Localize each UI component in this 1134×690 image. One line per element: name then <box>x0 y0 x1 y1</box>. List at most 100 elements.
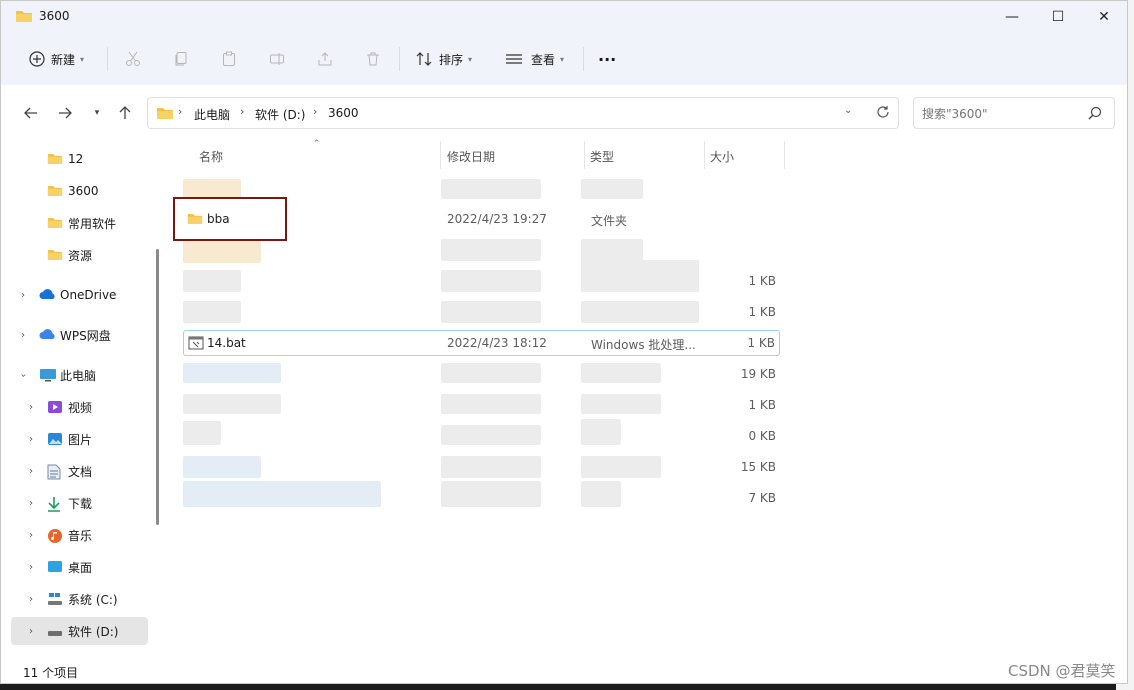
back-button[interactable] <box>21 103 41 123</box>
search-box[interactable] <box>913 97 1115 129</box>
refresh-button[interactable] <box>876 105 890 122</box>
recent-locations-button[interactable]: ▾ <box>87 103 107 123</box>
sort-button[interactable]: 排序 ▾ <box>415 43 472 75</box>
sidebar-scrollbar[interactable] <box>156 249 159 525</box>
file-size: 1 KB <box>748 398 776 412</box>
file-row[interactable]: 1 KB <box>183 392 780 418</box>
monitor-icon <box>39 368 57 385</box>
up-button[interactable] <box>115 103 135 123</box>
breadcrumb-this-pc[interactable]: 此电脑 <box>194 106 230 123</box>
chevron-right-icon: › <box>178 105 183 118</box>
blurred-name <box>183 239 261 263</box>
folder-icon <box>47 184 63 200</box>
share-button[interactable] <box>317 43 333 75</box>
column-header-modified[interactable]: 修改日期 <box>447 148 495 165</box>
chevron-right-icon[interactable]: › <box>29 498 33 509</box>
rename-button[interactable] <box>269 43 285 75</box>
arrow-up-icon <box>119 106 131 119</box>
sidebar-item-downloads[interactable]: › 下载 <box>11 489 148 517</box>
maximize-button[interactable]: ☐ <box>1035 1 1081 33</box>
chevron-right-icon[interactable]: › <box>21 330 25 341</box>
address-bar[interactable]: › 此电脑 › 软件 (D:) › 3600 ⌄ <box>147 97 899 129</box>
column-divider[interactable] <box>584 141 585 169</box>
chevron-right-icon[interactable]: › <box>29 402 33 413</box>
file-size: 0 KB <box>748 429 776 443</box>
minimize-button[interactable]: — <box>989 1 1035 33</box>
folder-icon <box>47 216 63 232</box>
blurred-type <box>581 301 699 323</box>
folder-icon <box>47 248 63 264</box>
column-header-type[interactable]: 类型 <box>590 148 614 165</box>
file-row[interactable]: 1 KB <box>183 299 780 325</box>
sidebar-item-pictures[interactable]: › 图片 <box>11 425 148 453</box>
sidebar-item-desktop[interactable]: › 桌面 <box>11 553 148 581</box>
sidebar-item-videos[interactable]: › 视频 <box>11 393 148 421</box>
new-label: 新建 <box>51 52 76 67</box>
chevron-down-icon: ▾ <box>94 108 100 118</box>
cloud-icon <box>39 288 57 303</box>
column-divider[interactable] <box>704 141 705 169</box>
file-modified: 2022/4/23 19:27 <box>447 212 547 226</box>
cut-button[interactable] <box>125 43 141 75</box>
windows-drive-icon <box>47 592 63 609</box>
chevron-down-icon[interactable]: › <box>18 373 29 377</box>
blurred-date <box>441 481 541 507</box>
sidebar-item-12[interactable]: 12 <box>11 145 148 173</box>
address-dropdown-button[interactable]: ⌄ <box>844 105 852 116</box>
file-size: 1 KB <box>748 305 776 319</box>
desktop-icon <box>47 560 63 576</box>
title-bar: 3600 — ☐ ✕ <box>1 1 1127 33</box>
breadcrumb-drive-d[interactable]: 软件 (D:) <box>255 106 305 123</box>
column-header-name[interactable]: 名称 <box>199 148 223 165</box>
column-divider[interactable] <box>440 141 441 169</box>
breadcrumb-3600[interactable]: 3600 <box>328 106 359 120</box>
trash-icon <box>367 52 379 66</box>
file-row[interactable]: 1 KB <box>183 260 780 294</box>
file-row-14-bat[interactable]: 14.bat 2022/4/23 18:12 Windows 批处理... 1 … <box>183 330 780 356</box>
blurred-type <box>581 239 643 261</box>
sidebar-item-music[interactable]: › 音乐 <box>11 521 148 549</box>
forward-button[interactable] <box>55 103 75 123</box>
chevron-right-icon[interactable]: › <box>29 594 33 605</box>
sort-arrow-icon: ⌃ <box>313 139 321 149</box>
sidebar-item-wps-drive[interactable]: › WPS网盘 <box>11 321 148 349</box>
file-row[interactable]: 15 KB <box>183 454 780 480</box>
search-input[interactable] <box>920 103 1084 125</box>
search-icon[interactable] <box>1088 106 1102 123</box>
new-button[interactable]: 新建 ▾ <box>29 43 84 75</box>
delete-button[interactable] <box>365 43 381 75</box>
blurred-type <box>581 179 643 199</box>
sidebar-item-this-pc[interactable]: › 此电脑 <box>11 361 148 389</box>
more-options-button[interactable]: ··· <box>598 43 616 75</box>
chevron-right-icon[interactable]: › <box>29 626 33 637</box>
chevron-right-icon[interactable]: › <box>29 466 33 477</box>
sidebar-item-resources[interactable]: 资源 <box>11 241 148 269</box>
chevron-right-icon[interactable]: › <box>29 530 33 541</box>
file-row[interactable]: 0 KB <box>183 419 780 449</box>
sidebar-item-3600[interactable]: 3600 <box>11 177 148 205</box>
column-divider[interactable] <box>784 141 785 169</box>
address-row: ▾ › 此电脑 › 软件 (D:) › 3600 ⌄ <box>1 85 1127 139</box>
sidebar-item-drive-c[interactable]: › 系统 (C:) <box>11 585 148 613</box>
chevron-right-icon[interactable]: › <box>21 290 25 301</box>
file-size: 19 KB <box>740 367 776 381</box>
copy-button[interactable] <box>173 43 189 75</box>
sidebar-item-label: 12 <box>68 152 84 166</box>
blurred-name <box>183 456 261 478</box>
sidebar-item-documents[interactable]: › 文档 <box>11 457 148 485</box>
blurred-type <box>581 481 621 507</box>
file-row[interactable]: 19 KB <box>183 361 780 387</box>
sidebar-item-common-software[interactable]: 常用软件 <box>11 209 148 237</box>
view-button[interactable]: 查看 ▾ <box>505 43 564 75</box>
close-button[interactable]: ✕ <box>1081 1 1127 33</box>
column-header-size[interactable]: 大小 <box>710 148 734 165</box>
chevron-right-icon[interactable]: › <box>29 434 33 445</box>
file-row[interactable]: 7 KB <box>183 481 780 511</box>
sidebar-item-label: 视频 <box>68 400 93 415</box>
sidebar-item-drive-d[interactable]: › 软件 (D:) <box>11 617 148 645</box>
cloud-icon <box>39 328 57 343</box>
watermark: CSDN @君莫笑 <box>1008 662 1116 680</box>
sidebar-item-onedrive[interactable]: › OneDrive <box>11 281 148 309</box>
chevron-right-icon[interactable]: › <box>29 562 33 573</box>
paste-button[interactable] <box>221 43 237 75</box>
